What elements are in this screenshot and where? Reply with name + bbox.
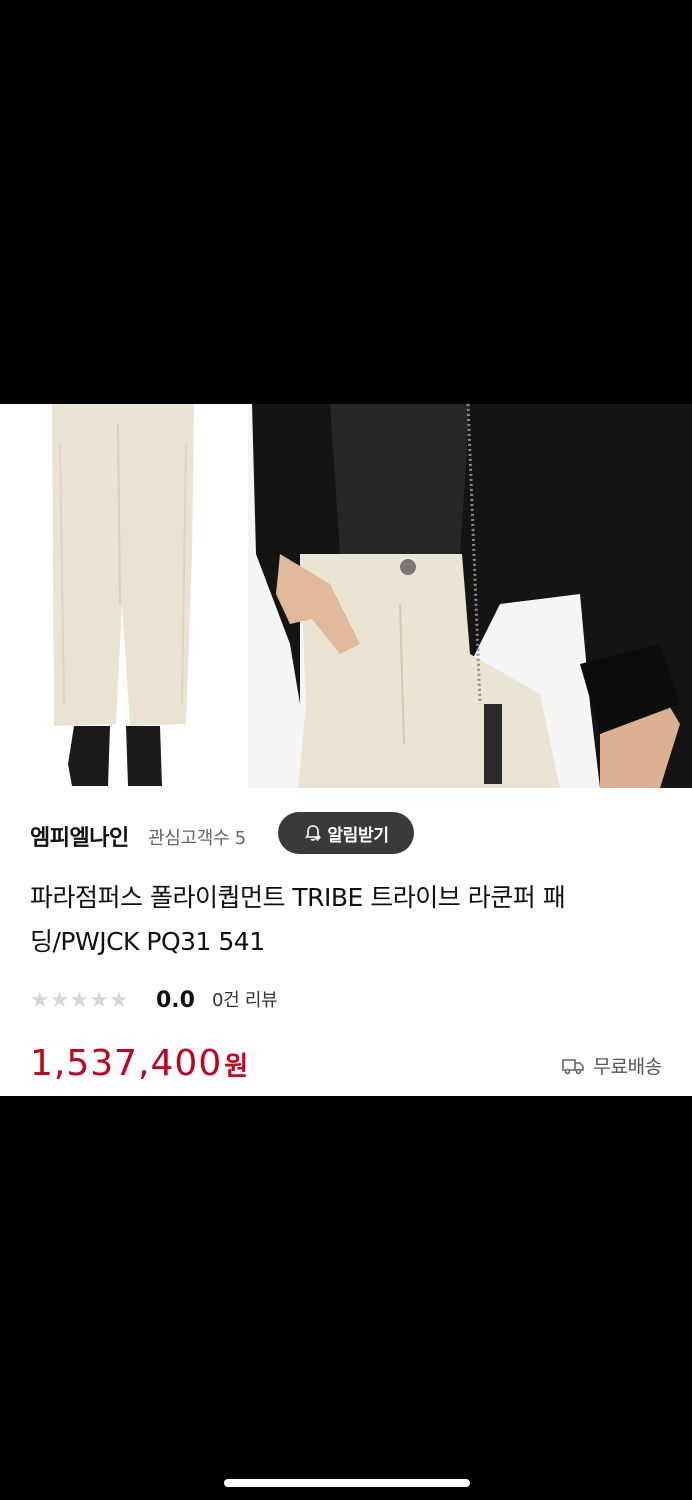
interest-count: 관심고객수 5 bbox=[148, 828, 246, 849]
home-indicator[interactable] bbox=[224, 1479, 470, 1487]
star-icon: ★ bbox=[69, 988, 90, 1013]
brand-row: 엠피엘나인 관심고객수 5 알림받기 bbox=[30, 812, 670, 856]
alarm-label: 알림받기 bbox=[327, 825, 389, 846]
rating-score: 0.0 bbox=[156, 988, 195, 1013]
brand-name[interactable]: 엠피엘나인 bbox=[30, 820, 129, 852]
review-count-link[interactable]: 0건 리뷰 bbox=[212, 986, 278, 1016]
currency: 원 bbox=[224, 1052, 249, 1082]
star-icon: ★ bbox=[89, 988, 109, 1013]
truck-icon bbox=[562, 1058, 585, 1074]
star-icon: ★ bbox=[30, 988, 50, 1013]
product-title: 파라점퍼스 폴라이퀍먼트 TRIBE 트라이브 라쿤퍼 패딩/PWJCK PQ3… bbox=[30, 883, 566, 956]
shipping-info: 무료배송 bbox=[561, 1052, 662, 1079]
price: 1,537,400원 bbox=[30, 1040, 248, 1091]
star-icon: ★ bbox=[108, 988, 129, 1013]
star-rating: ★ ★ ★ ★ ★ bbox=[30, 986, 129, 1016]
star-icon: ★ bbox=[49, 988, 70, 1013]
rating-row: ★ ★ ★ ★ ★ 0.0 0건 리뷰 bbox=[30, 986, 430, 1016]
alarm-button[interactable]: 알림받기 bbox=[278, 812, 414, 854]
product-image[interactable] bbox=[0, 404, 692, 788]
price-value: 1,537,400 bbox=[30, 1043, 223, 1084]
product-card: 엠피엘나인 관심고객수 5 알림받기 파라점퍼스 폴라이퀍먼트 TRIBE 트라… bbox=[0, 404, 692, 1096]
shipping-label: 무료배송 bbox=[593, 1056, 662, 1078]
bell-plus-icon bbox=[305, 825, 322, 841]
